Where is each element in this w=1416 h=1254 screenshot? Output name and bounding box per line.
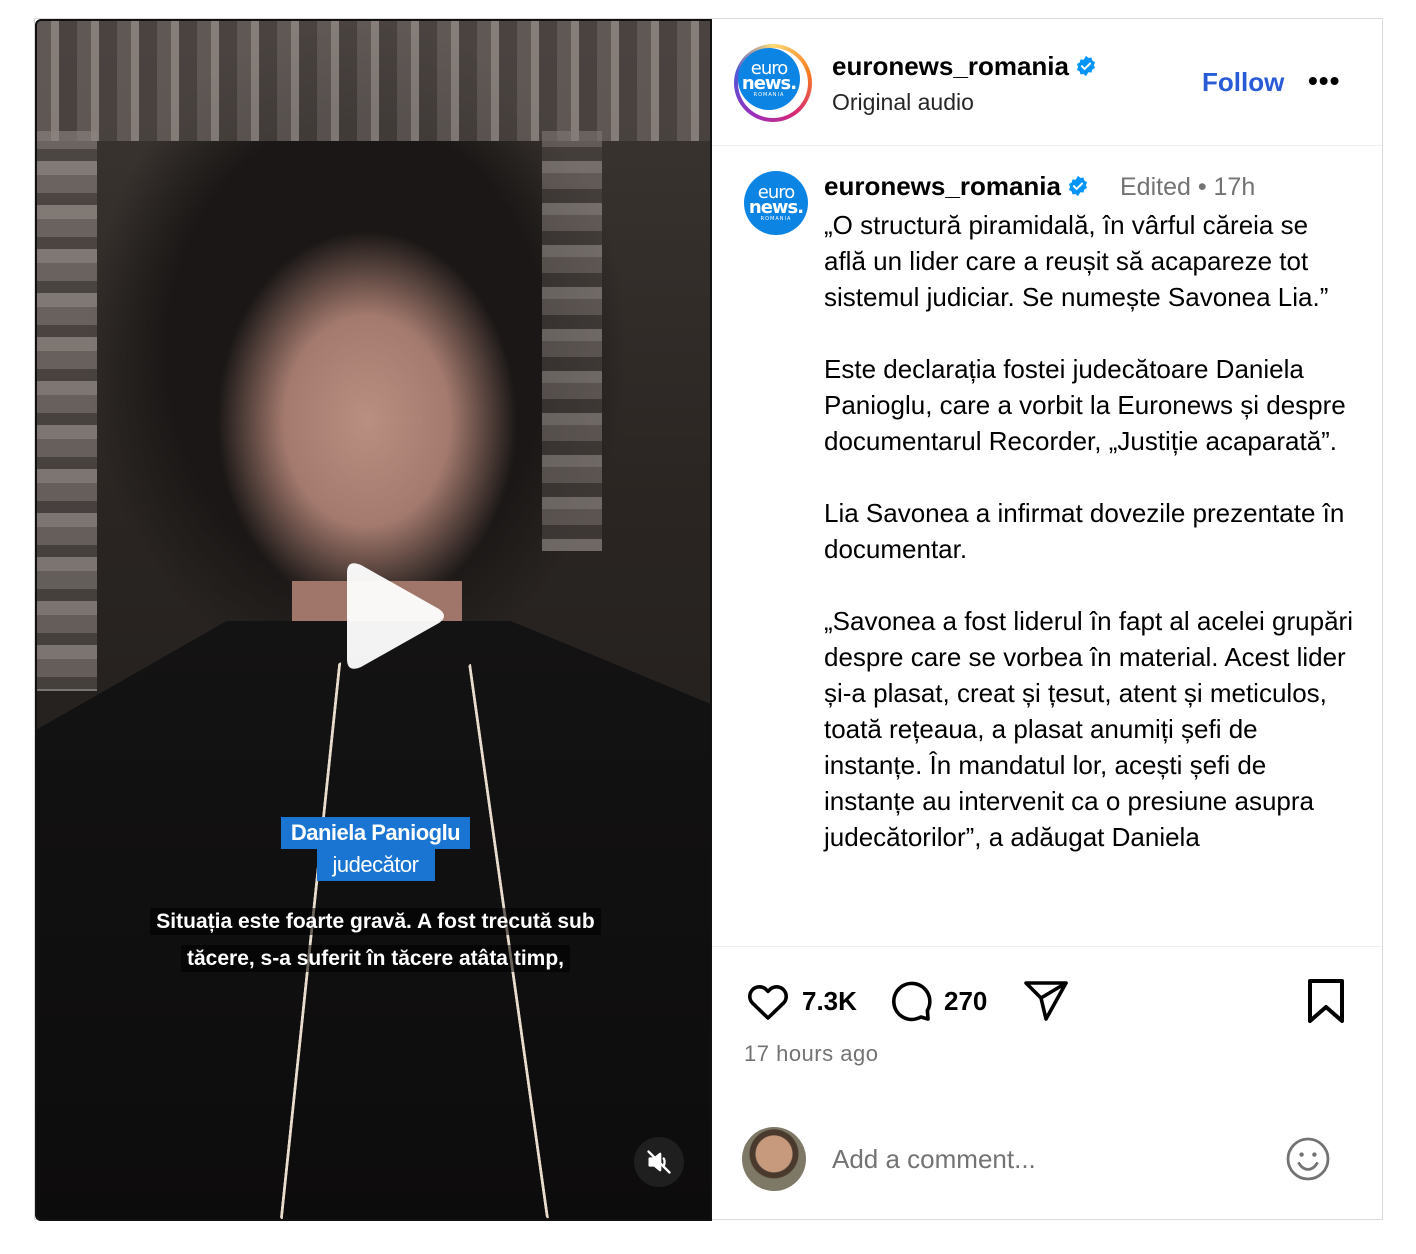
audio-label[interactable]: Original audio	[832, 89, 974, 116]
caption-username[interactable]: euronews_romania	[824, 171, 1089, 204]
comment-action[interactable]: 270	[886, 977, 987, 1025]
euronews-logo: euro news. ROMANIA	[738, 48, 800, 110]
story-ring[interactable]: euro news. ROMANIA	[734, 44, 812, 122]
lower-third-role: judecător	[316, 849, 435, 881]
share-icon[interactable]	[1022, 977, 1070, 1025]
comment-count[interactable]: 270	[944, 986, 987, 1017]
subtitle-line-2: tăcere, s-a suferit în tăcere atâta timp…	[181, 945, 570, 972]
lower-third-name: Daniela Panioglu	[280, 817, 471, 849]
comment-input[interactable]	[832, 1139, 1252, 1179]
more-options-icon[interactable]: •••	[1308, 65, 1340, 97]
verified-badge-icon	[1067, 173, 1089, 204]
comment-icon[interactable]	[886, 977, 934, 1025]
caption-scroll-area[interactable]: euro news. ROMANIA euronews_romania Edit…	[712, 147, 1382, 947]
background-frame-right	[542, 131, 602, 551]
header-username[interactable]: euronews_romania	[832, 51, 1097, 84]
caption-text: „O structură piramidală, în vârful cărei…	[824, 210, 1353, 852]
background-frame-top	[37, 21, 710, 141]
action-bar: 7.3K 270	[712, 969, 1382, 1039]
video-subtitles: Situația este foarte gravă. A fost trecu…	[37, 903, 710, 977]
subtitle-line-1: Situația este foarte gravă. A fost trecu…	[150, 908, 601, 935]
lower-third: Daniela Panioglu judecător	[37, 817, 710, 881]
like-action[interactable]: 7.3K	[744, 977, 857, 1025]
like-count[interactable]: 7.3K	[802, 986, 857, 1017]
comment-bar	[712, 1119, 1382, 1199]
background-frame-left	[37, 131, 97, 691]
video-player[interactable]: Daniela Panioglu judecător Situația este…	[35, 19, 712, 1221]
emoji-icon[interactable]	[1284, 1135, 1332, 1183]
post-timestamp[interactable]: 17 hours ago	[744, 1041, 878, 1067]
post-container: Daniela Panioglu judecător Situația este…	[34, 18, 1383, 1221]
post-header: euro news. ROMANIA euronews_romania Orig…	[712, 19, 1382, 146]
verified-badge-icon	[1075, 53, 1097, 84]
share-action[interactable]	[1022, 977, 1070, 1025]
save-action[interactable]	[1304, 977, 1348, 1025]
avatar[interactable]	[742, 1127, 806, 1191]
follow-button[interactable]: Follow	[1202, 67, 1284, 98]
bookmark-icon[interactable]	[1304, 977, 1348, 1025]
heart-icon[interactable]	[744, 977, 792, 1025]
post-sidebar: euro news. ROMANIA euronews_romania Orig…	[712, 19, 1382, 1219]
caption-avatar[interactable]: euro news. ROMANIA	[744, 171, 808, 235]
caption-meta: Edited • 17h	[1120, 173, 1256, 201]
mute-icon[interactable]	[634, 1137, 684, 1187]
play-icon[interactable]	[319, 551, 449, 681]
